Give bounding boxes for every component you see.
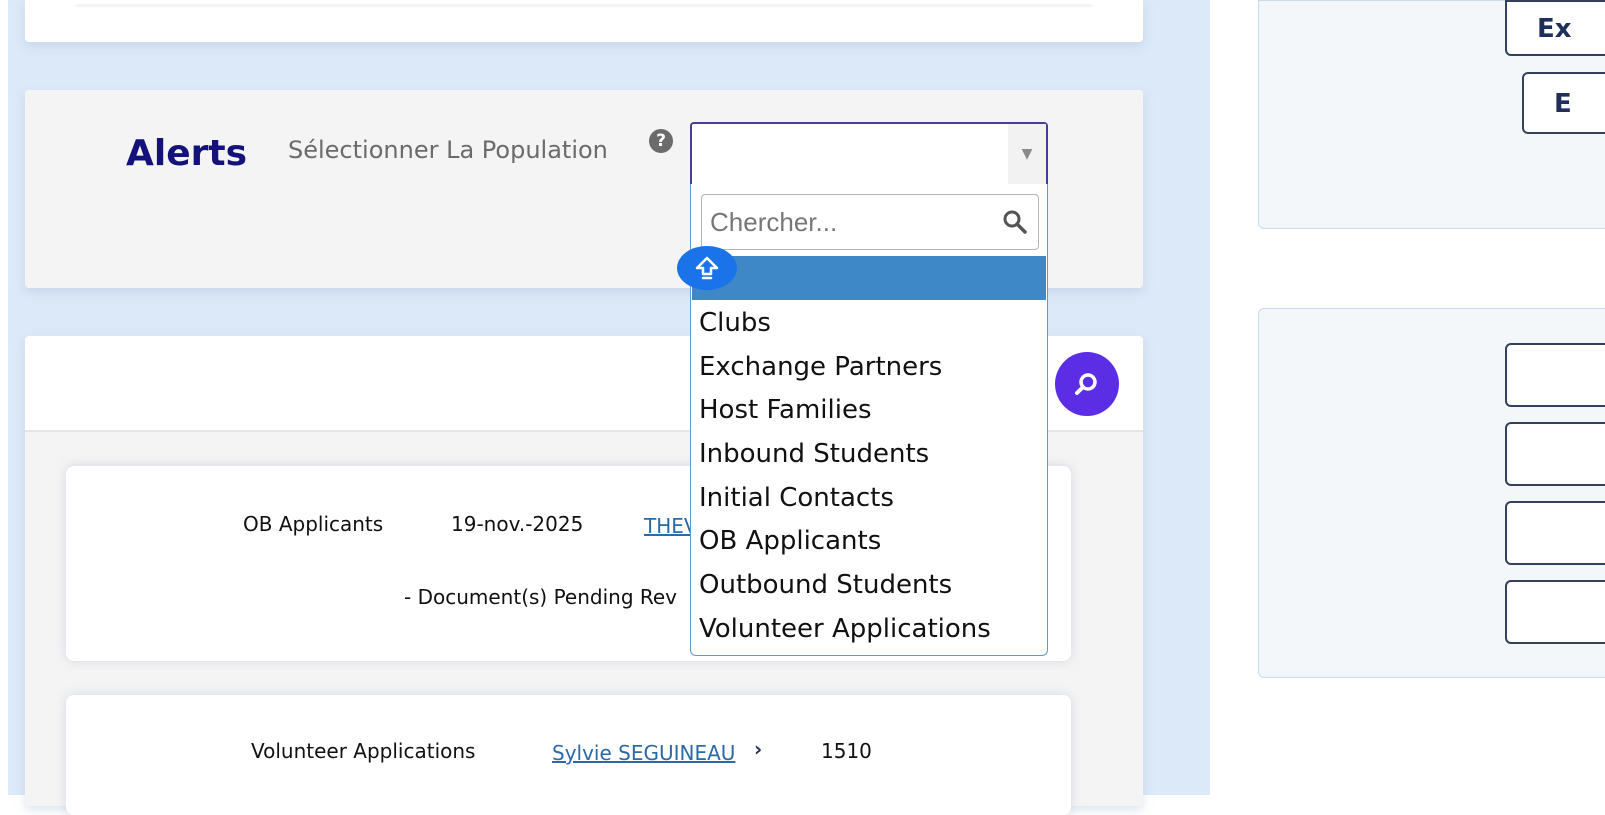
dropdown-option-outbound-students[interactable]: Outbound Students: [699, 564, 991, 608]
secondary-action-button[interactable]: E: [1522, 72, 1605, 134]
dropdown-option-exchange-partners[interactable]: Exchange Partners: [699, 346, 991, 390]
alert-date: 19-nov.-2025: [451, 512, 584, 536]
population-select[interactable]: ▼: [690, 122, 1048, 185]
top-card-divider: [75, 4, 1093, 7]
population-dropdown: Chercher... Clubs Exchange Partners Host…: [690, 184, 1048, 656]
dropdown-option-clubs[interactable]: Clubs: [699, 302, 991, 346]
population-label: Sélectionner La Population: [288, 136, 608, 164]
chevron-right-icon: ›: [754, 737, 763, 761]
dropdown-option-initial-contacts[interactable]: Initial Contacts: [699, 477, 991, 521]
arrow-up-icon: [695, 256, 719, 280]
dropdown-option-host-families[interactable]: Host Families: [699, 389, 991, 433]
left-edge: [0, 0, 8, 795]
help-icon[interactable]: ?: [649, 129, 673, 153]
dropdown-search-input[interactable]: Chercher...: [701, 194, 1039, 250]
top-card: [25, 0, 1143, 42]
alert-card: Volunteer Applications Sylvie SEGUINEAU …: [66, 695, 1071, 815]
search-icon: [1075, 373, 1097, 395]
dropdown-options-list: Clubs Exchange Partners Host Families In…: [699, 302, 991, 652]
alert-population: OB Applicants: [243, 512, 384, 536]
dropdown-arrow-icon[interactable]: ▼: [1008, 124, 1046, 184]
right-panel-button[interactable]: [1505, 580, 1605, 644]
right-panel-button[interactable]: [1505, 422, 1605, 486]
right-panel-button[interactable]: [1505, 343, 1605, 407]
alert-population: Volunteer Applications: [251, 739, 476, 763]
alerts-title: Alerts: [126, 133, 248, 174]
alert-description: - Document(s) Pending Rev: [404, 585, 678, 609]
search-button[interactable]: [1055, 352, 1119, 416]
dropdown-option-empty-highlighted[interactable]: [692, 256, 1046, 300]
alert-name-link[interactable]: Sylvie SEGUINEAU: [552, 741, 735, 765]
dropdown-search-placeholder: Chercher...: [710, 207, 838, 237]
dropdown-option-inbound-students[interactable]: Inbound Students: [699, 433, 991, 477]
search-icon: [1003, 210, 1027, 234]
dropdown-option-ob-applicants[interactable]: OB Applicants: [699, 520, 991, 564]
dropdown-option-volunteer-applications[interactable]: Volunteer Applications: [699, 608, 991, 652]
right-panel-button[interactable]: [1505, 501, 1605, 565]
shift-arrow-icon[interactable]: [677, 246, 737, 290]
alert-number: 1510: [821, 739, 872, 763]
export-button[interactable]: Ex: [1505, 0, 1605, 56]
